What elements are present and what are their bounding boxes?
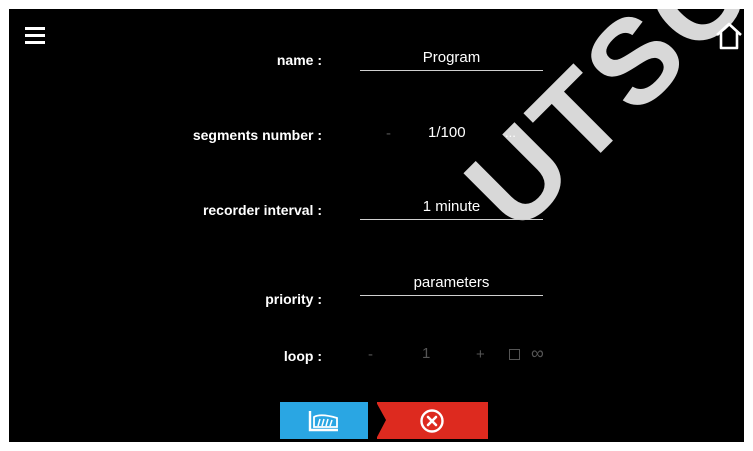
loop-label: loop : [283, 348, 322, 364]
infinity-icon: ∞ [531, 343, 544, 363]
segments-minus-button[interactable]: - [386, 125, 391, 142]
loop-infinite-checkbox[interactable] [509, 349, 520, 360]
loop-minus-button[interactable]: - [368, 346, 373, 363]
segments-more-button[interactable]: ... [505, 125, 516, 140]
recorder-interval-label: recorder interval : [202, 202, 322, 218]
name-field[interactable]: Program [360, 48, 543, 71]
segments-number-label: segments number : [192, 127, 322, 143]
cancel-button[interactable] [376, 402, 488, 439]
chart-icon [308, 411, 338, 432]
name-label: name : [276, 52, 322, 68]
hamburger-menu-icon[interactable] [25, 25, 45, 47]
recorder-interval-field[interactable]: 1 minute [360, 197, 543, 220]
program-editor-screen: UTSCHE name : Program segments number : … [9, 9, 744, 442]
segments-number-value: 1/100 [428, 124, 466, 141]
priority-field[interactable]: parameters [360, 273, 543, 296]
home-icon[interactable] [715, 21, 743, 51]
loop-value: 1 [422, 345, 431, 362]
chart-button[interactable] [280, 402, 368, 439]
loop-plus-button[interactable]: + [476, 346, 485, 363]
priority-label: priority : [265, 291, 322, 307]
cancel-circle-x-icon [420, 409, 444, 433]
